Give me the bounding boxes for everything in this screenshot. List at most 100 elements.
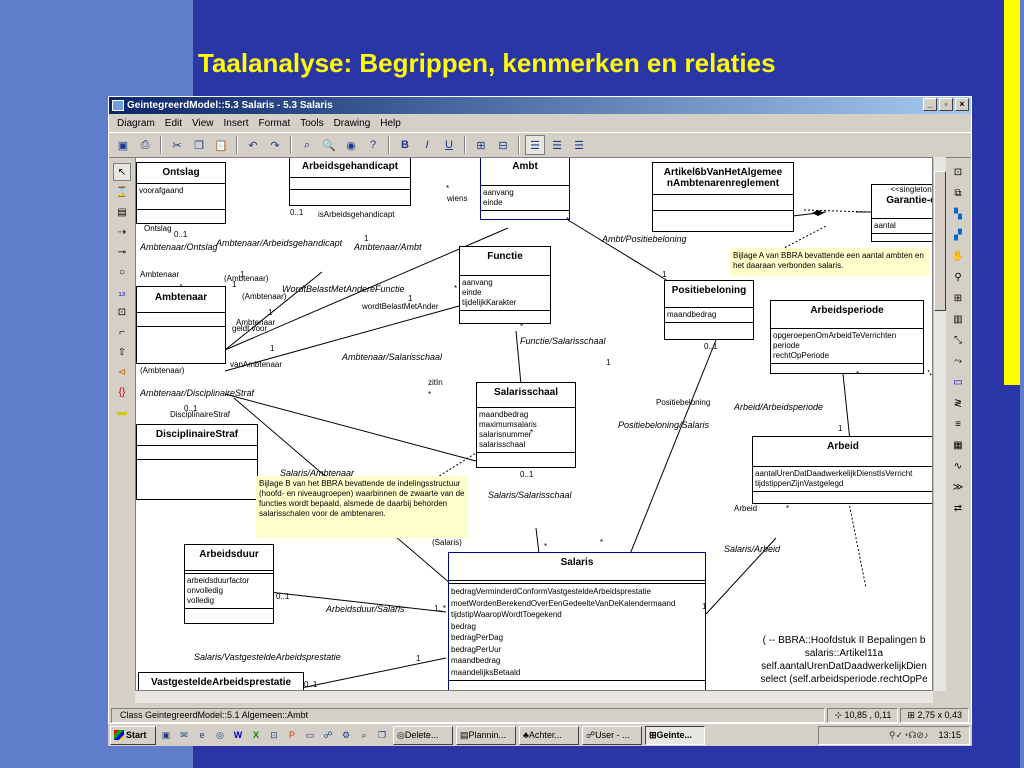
class-disciplinairestraf[interactable]: DisciplinaireStraf [136, 424, 258, 500]
tray-icons[interactable]: ⚲✓◔☊⊘♪ [889, 730, 929, 741]
menu-diagram[interactable]: Diagram [112, 118, 160, 129]
layout2-icon[interactable]: ⊟ [493, 135, 513, 155]
quicklaunch-search-icon[interactable]: ⌕ [356, 727, 372, 743]
route-icon[interactable]: ⤳ [949, 352, 967, 370]
package-tool-icon[interactable]: ⊡ [113, 303, 131, 321]
class-vastgesteldearbeidsprestatie[interactable]: VastgesteldeArbeidsprestatie [138, 672, 304, 690]
hourglass-tool-icon[interactable]: ⌛ [113, 183, 131, 201]
class-arbeidsduur[interactable]: Arbeidsduur arbeidsduurfactor onvolledig… [184, 544, 274, 624]
menu-drawing[interactable]: Drawing [329, 118, 376, 129]
quicklaunch-net-icon[interactable]: ☍ [320, 727, 336, 743]
note-tool-icon[interactable]: ▬ [113, 403, 131, 421]
frame-icon[interactable]: ⧉ [949, 184, 967, 202]
task-planning[interactable]: ▤ Plannin... [456, 725, 516, 745]
class-ontslag[interactable]: Ontslag voorafgaand [136, 162, 226, 224]
minimize-button[interactable]: _ [923, 98, 937, 111]
circle-tool-icon[interactable]: ○ [113, 263, 131, 281]
zoom-icon[interactable]: 🔍 [319, 135, 339, 155]
rectangle-icon[interactable]: ▭ [949, 373, 967, 391]
hand-icon[interactable]: ✋ [949, 247, 967, 265]
arrow-style-icon[interactable]: ≫ [949, 478, 967, 496]
pointer-tool-icon[interactable]: ↖ [113, 163, 131, 181]
class-garantie[interactable]: <<singleton Garantie-c aantal [871, 184, 932, 242]
redo-icon[interactable]: ↷ [265, 135, 285, 155]
class-ambtenaar[interactable]: Ambtenaar [136, 286, 226, 364]
quicklaunch-tool-icon[interactable]: ⚙ [338, 727, 354, 743]
curve-icon[interactable]: ∿ [949, 457, 967, 475]
note-bijlage-b[interactable]: Bijlage B van het BBRA bevattende de ind… [256, 476, 468, 538]
group-icon[interactable]: ▚ [949, 205, 967, 223]
menu-help[interactable]: Help [375, 118, 406, 129]
print-icon[interactable]: ⎙ [135, 135, 155, 155]
align-icon[interactable]: ▥ [949, 310, 967, 328]
italic-icon[interactable]: I [417, 135, 437, 155]
vertical-scrollbar[interactable] [933, 157, 946, 691]
menu-tools[interactable]: Tools [295, 118, 328, 129]
aggregation-tool-icon[interactable]: ⊲ [113, 363, 131, 381]
align-right-icon[interactable]: ☰ [569, 135, 589, 155]
quicklaunch-window-icon[interactable]: ▭ [302, 727, 318, 743]
constraint-tool-icon[interactable]: {} [113, 383, 131, 401]
swap-icon[interactable]: ⇄ [949, 499, 967, 517]
scrollbar-thumb[interactable] [934, 171, 946, 311]
dependency-tool-icon[interactable]: ⇢ [113, 223, 131, 241]
help-icon[interactable]: ? [363, 135, 383, 155]
connector-icon[interactable]: ⤡ [949, 331, 967, 349]
class-positiebeloning[interactable]: Positiebeloning maandbedrag [664, 280, 754, 340]
line-weight-icon[interactable]: ≡ [949, 415, 967, 433]
class-arbeid[interactable]: Arbeid aantalUrenDatDaadwerkelijkDienstI… [752, 436, 932, 504]
fit-icon[interactable]: ⊡ [949, 163, 967, 181]
generalization-tool-icon[interactable]: ⇧ [113, 343, 131, 361]
class-arbeidsgehandicapt[interactable]: Arbeidsgehandicapt [289, 158, 411, 206]
window-titlebar[interactable]: GeintegreerdModel::5.3 Salaris - 5.3 Sal… [109, 97, 971, 114]
bold-icon[interactable]: B [395, 135, 415, 155]
zoom-tool-icon[interactable]: ⚲ [949, 268, 967, 286]
class-functie[interactable]: Functie aanvang einde tijdelijkKarakter [459, 246, 551, 324]
paste-icon[interactable]: 📋 [211, 135, 231, 155]
quicklaunch-app-icon[interactable]: ⊡ [266, 727, 282, 743]
menu-insert[interactable]: Insert [219, 118, 254, 129]
line-style-icon[interactable]: ≷ [949, 394, 967, 412]
quicklaunch-stack-icon[interactable]: ❒ [374, 727, 390, 743]
class-salaris[interactable]: Salaris bedragVerminderdConformVastgeste… [448, 552, 706, 690]
quicklaunch-mail-icon[interactable]: ✉ [176, 727, 192, 743]
task-geinte[interactable]: ⊞ Geinte... [645, 725, 705, 745]
multiplicity-tool-icon[interactable]: ₁₂ [113, 283, 131, 301]
menu-edit[interactable]: Edit [160, 118, 187, 129]
task-delete[interactable]: ◎ Delete... [393, 725, 453, 745]
class-tool-icon[interactable]: ▤ [113, 203, 131, 221]
quicklaunch-word-icon[interactable]: W [230, 727, 246, 743]
class-arbeidsperiode[interactable]: Arbeidsperiode opgeroepenOmArbeidTeVerri… [770, 300, 924, 374]
diagram-canvas[interactable]: Ontslag voorafgaand Arbeidsgehandicapt A… [135, 157, 933, 691]
interface-tool-icon[interactable]: ⊸ [113, 243, 131, 261]
task-achter[interactable]: ♣ Achter... [519, 725, 579, 745]
association-tool-icon[interactable]: ⌐ [113, 323, 131, 341]
browse-icon[interactable]: ⌕ [297, 135, 317, 155]
grid-icon[interactable]: ⊞ [949, 289, 967, 307]
menu-format[interactable]: Format [254, 118, 296, 129]
fill-icon[interactable]: ▦ [949, 436, 967, 454]
view-icon[interactable]: ◉ [341, 135, 361, 155]
quicklaunch-excel-icon[interactable]: X [248, 727, 264, 743]
class-artikel6b[interactable]: Artikel6bVanHetAlgemee nAmbtenarenreglem… [652, 162, 794, 232]
quicklaunch-ppt-icon[interactable]: P [284, 727, 300, 743]
horizontal-scrollbar[interactable] [135, 691, 933, 703]
quicklaunch-web-icon[interactable]: ◎ [212, 727, 228, 743]
layout-icon[interactable]: ⊞ [471, 135, 491, 155]
quicklaunch-desktop-icon[interactable]: ▣ [158, 727, 174, 743]
underline-icon[interactable]: U [439, 135, 459, 155]
align-center-icon[interactable]: ☰ [547, 135, 567, 155]
menu-view[interactable]: View [187, 118, 219, 129]
ungroup-icon[interactable]: ▞ [949, 226, 967, 244]
maximize-button[interactable]: ▫ [939, 98, 953, 111]
align-left-icon[interactable]: ☰ [525, 135, 545, 155]
start-button[interactable]: Start [110, 725, 156, 745]
ocl-constraint[interactable]: ( -- BBRA::Hoofdstuk II Bepalingen b sal… [750, 634, 932, 686]
copy-icon[interactable]: ❐ [189, 135, 209, 155]
task-user[interactable]: ☍ User - ... [582, 725, 642, 745]
quicklaunch-ie-icon[interactable]: e [194, 727, 210, 743]
class-salarisschaal[interactable]: Salarisschaal maandbedrag maximumsalaris… [476, 382, 576, 468]
close-button[interactable]: × [955, 98, 969, 111]
save-icon[interactable]: ▣ [113, 135, 133, 155]
class-ambt[interactable]: Ambt aanvang einde [480, 158, 570, 220]
